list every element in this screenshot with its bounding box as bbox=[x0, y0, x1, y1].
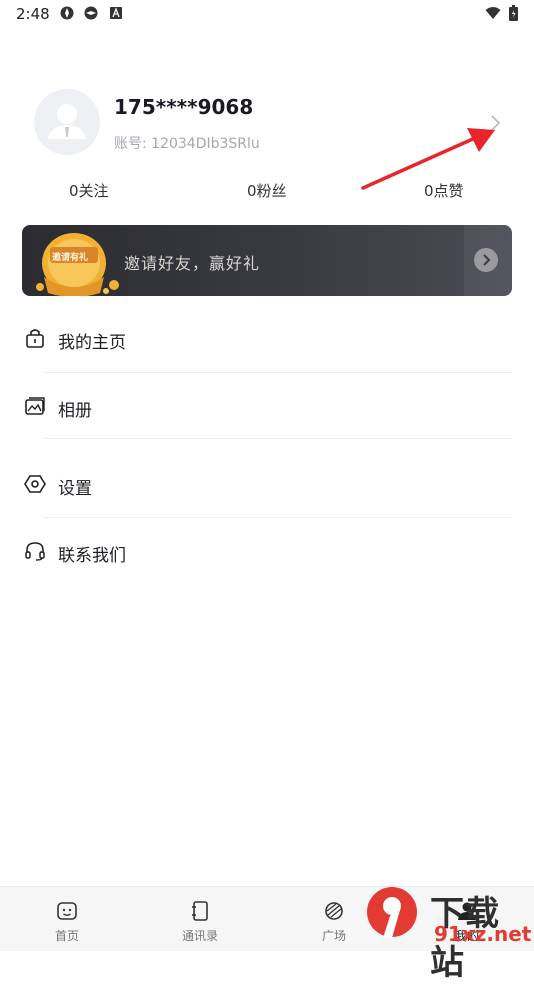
font-notification-icon bbox=[110, 7, 122, 19]
nav-mine[interactable]: 我的 bbox=[417, 887, 517, 951]
lock-home-icon bbox=[26, 329, 44, 348]
nav-label: 广场 bbox=[321, 929, 346, 943]
following-count[interactable]: 0关注 bbox=[69, 180, 109, 201]
banner-badge: 邀请有礼 bbox=[52, 253, 89, 263]
nav-plaza[interactable]: 广场 bbox=[284, 887, 384, 951]
nav-contacts[interactable]: 通讯录 bbox=[150, 887, 250, 951]
menu-label: 相册 bbox=[58, 401, 92, 421]
nav-home[interactable]: 首页 bbox=[17, 887, 117, 951]
invite-banner[interactable]: 邀请有礼 邀请好友，赢好礼 bbox=[22, 225, 512, 296]
menu-album[interactable]: 相册 bbox=[0, 377, 534, 437]
contacts-book-icon bbox=[192, 901, 208, 921]
menu-label: 设置 bbox=[58, 479, 92, 499]
stats-row: 0关注 0粉丝 0点赞 bbox=[0, 180, 534, 204]
divider bbox=[44, 517, 512, 518]
account-id: 账号: 12034DIb3SRlu bbox=[114, 136, 260, 152]
status-bar: 2:48 bbox=[0, 0, 534, 28]
status-indicators bbox=[485, 5, 518, 21]
banner-arrow-button[interactable] bbox=[474, 248, 498, 272]
nav-label: 通讯录 bbox=[181, 929, 218, 943]
person-icon bbox=[458, 902, 476, 920]
wifi-icon bbox=[485, 7, 501, 19]
battery-icon bbox=[509, 5, 518, 21]
menu-settings[interactable]: 设置 bbox=[0, 455, 534, 515]
settings-icon bbox=[24, 475, 46, 493]
fans-count[interactable]: 0粉丝 bbox=[247, 180, 287, 201]
home-face-icon bbox=[57, 902, 77, 920]
menu-my-homepage[interactable]: 我的主页 bbox=[0, 309, 534, 369]
divider bbox=[44, 438, 512, 439]
app-notification-icon bbox=[60, 6, 74, 20]
likes-count[interactable]: 0点赞 bbox=[424, 180, 464, 201]
album-icon bbox=[25, 397, 45, 415]
menu-label: 我的主页 bbox=[58, 333, 126, 353]
nav-label: 首页 bbox=[54, 929, 79, 943]
avatar[interactable] bbox=[34, 89, 100, 155]
chevron-right-icon bbox=[483, 254, 491, 266]
bottom-nav: 首页 通讯录 广场 我的 bbox=[0, 886, 534, 951]
menu-contact-us[interactable]: 联系我们 bbox=[0, 522, 534, 582]
plaza-icon bbox=[325, 902, 343, 920]
default-avatar-icon bbox=[48, 104, 86, 139]
app-notification-icon bbox=[84, 6, 98, 20]
banner-text: 邀请好友，赢好礼 bbox=[124, 254, 261, 273]
user-phone: 175****9068 bbox=[114, 95, 254, 119]
menu-label: 联系我们 bbox=[58, 546, 126, 566]
nav-label: 我的 bbox=[454, 929, 479, 943]
divider bbox=[44, 372, 512, 373]
headset-icon bbox=[25, 542, 45, 561]
chevron-right-icon[interactable] bbox=[489, 114, 503, 132]
status-time: 2:48 bbox=[16, 5, 50, 23]
